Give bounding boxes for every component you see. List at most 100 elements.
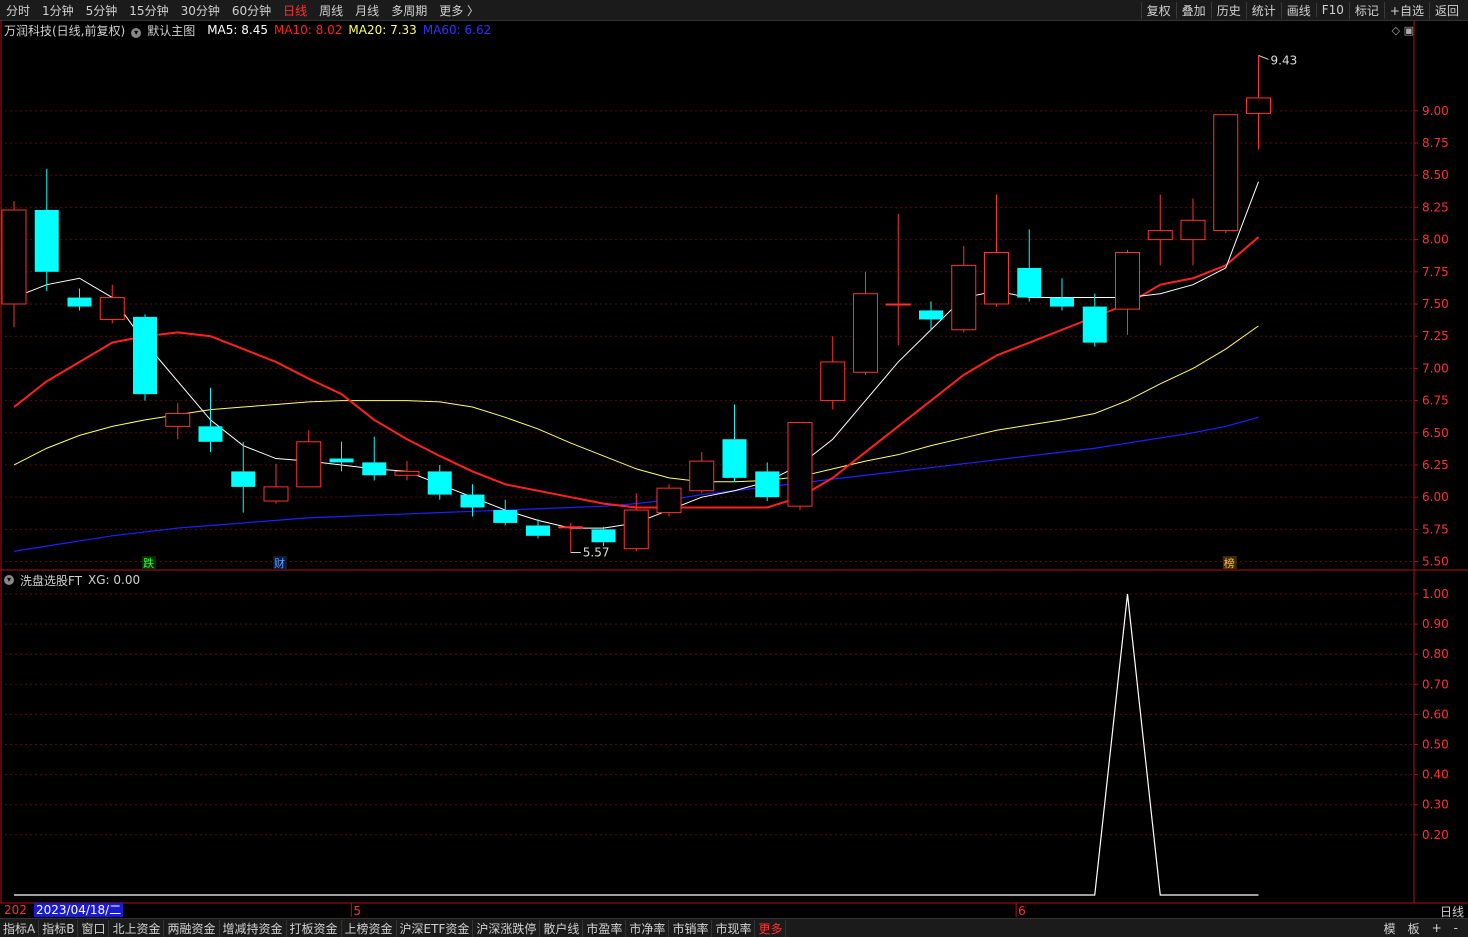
candle-body-1 <box>34 209 59 272</box>
candle-body-8 <box>263 486 289 502</box>
candle-body-31 <box>1017 267 1042 298</box>
candle-body-22 <box>722 439 747 478</box>
price-label-13: 5.75 <box>1422 522 1449 536</box>
indicator-tab-4[interactable]: 两融资金 <box>164 919 220 937</box>
candle-body-11 <box>362 462 387 476</box>
indicator-tab-6[interactable]: 打板资金 <box>287 919 342 937</box>
price-label-11: 6.25 <box>1422 458 1449 472</box>
candle-body-14 <box>460 494 485 508</box>
indicator-tab-12[interactable]: 市净率 <box>626 919 670 937</box>
price-label-4: 8.00 <box>1422 233 1449 247</box>
indicator-tab-9[interactable]: 沪深涨跌停 <box>473 919 541 937</box>
candle-body-5 <box>165 412 191 427</box>
bottom-toolbar: 指标A 指标B 窗口 北上资金 两融资金 增减持资金 打板资金 上榜资金 沪深ETF资金 沪深涨跌… <box>0 918 1468 937</box>
candle-body-15 <box>493 510 518 523</box>
indicator-tab-8[interactable]: 沪深ETF资金 <box>397 919 474 937</box>
candle-body-6 <box>198 426 223 442</box>
xg-value: XG: 0.00 <box>88 573 141 587</box>
low-label: 5.57 <box>583 546 610 560</box>
chevron-down-icon[interactable]: ▾ <box>4 575 14 585</box>
ma5-line <box>13 181 1259 529</box>
candle-body-21 <box>689 460 715 492</box>
price-label-12: 6.00 <box>1422 490 1449 504</box>
candle-body-29 <box>951 264 977 331</box>
marker-die: 跌 <box>143 556 154 570</box>
x-label-0: 5 <box>353 904 361 918</box>
ma10-line <box>13 236 1260 509</box>
price-label-0: 9.00 <box>1422 104 1449 118</box>
candle-body-7 <box>231 471 256 487</box>
high-label: 9.43 <box>1271 53 1298 67</box>
candle-body-19 <box>623 509 649 550</box>
high-pointer <box>1258 54 1269 60</box>
candle-body-36 <box>1180 219 1206 241</box>
candle-body-33 <box>1082 306 1107 343</box>
sub-label-5: 0.50 <box>1422 738 1449 752</box>
candle-body-24 <box>787 421 813 507</box>
candle-body-20 <box>656 487 682 514</box>
candle-body-35 <box>1147 230 1173 241</box>
indicator-tab-13[interactable]: 市销率 <box>669 919 713 937</box>
indicator-tab-5[interactable]: 增减持资金 <box>220 919 287 937</box>
sub-label-2: 0.80 <box>1422 647 1449 661</box>
cursor-date: 2023/04/18/二 <box>34 903 124 917</box>
sub-label-0: 1.00 <box>1422 587 1449 601</box>
sub-label-4: 0.60 <box>1422 707 1449 721</box>
candle-body-16 <box>526 525 550 536</box>
candle-body-10 <box>329 458 354 463</box>
price-label-8: 7.00 <box>1422 361 1449 375</box>
bottom-control-0[interactable]: 模 <box>1378 920 1402 937</box>
candle-body-18 <box>591 529 616 543</box>
sub-label-7: 0.30 <box>1422 798 1449 812</box>
candle-body-0 <box>1 209 27 305</box>
candle-body-32 <box>1050 297 1074 307</box>
candle-body-38 <box>1246 97 1271 114</box>
candle-body-27 <box>885 303 911 306</box>
candle-body-37 <box>1213 114 1239 232</box>
bottom-control-2[interactable]: + <box>1426 921 1448 935</box>
price-label-3: 8.25 <box>1422 200 1449 214</box>
kline-chart[interactable]: 9.00 8.75 8.50 8.25 8.00 7.75 7.50 7.25 7.00 6.75… <box>0 0 1468 936</box>
price-label-9: 6.75 <box>1422 394 1449 408</box>
bottom-right-controls: 模板 + - <box>1378 920 1464 937</box>
indicator-tab-7[interactable]: 上榜资金 <box>342 919 397 937</box>
sub-label-8: 0.20 <box>1422 828 1449 842</box>
ma20-line <box>13 325 1259 483</box>
candle-body-34 <box>1115 251 1140 310</box>
indicator-tab-1[interactable]: 指标B <box>39 919 79 937</box>
candle-body-3 <box>99 297 125 320</box>
candle-body-17 <box>558 526 584 529</box>
price-label-6: 7.50 <box>1422 297 1449 311</box>
date-prefix: 202 <box>4 903 27 917</box>
indicator-tab-15[interactable]: 更多 <box>755 919 787 937</box>
marker-cai: 财 <box>274 556 285 570</box>
indicator-tab-0[interactable]: 指标A <box>0 919 40 937</box>
indicator-tabs: 指标A 指标B 窗口 北上资金 两融资金 增减持资金 打板资金 上榜资金 沪深ETF资金 沪深涨跌… <box>0 919 787 937</box>
indicator-tab-14[interactable]: 市现率 <box>712 919 756 937</box>
price-label-1: 8.75 <box>1422 136 1449 150</box>
candle-body-4 <box>133 316 157 395</box>
indicator-tab-10[interactable]: 散户线 <box>540 919 584 937</box>
candle-body-26 <box>853 293 878 373</box>
candle-body-28 <box>919 310 943 320</box>
candle-body-2 <box>67 297 92 307</box>
candle-body-12 <box>394 470 420 476</box>
sub-label-6: 0.40 <box>1422 768 1449 782</box>
bottom-control-1[interactable]: 板 <box>1402 920 1426 937</box>
indicator-tab-3[interactable]: 北上资金 <box>109 919 165 937</box>
candle-body-23 <box>755 471 780 498</box>
sub-indicator-title: 洗盘选股FT <box>20 573 83 588</box>
marker-bang: 榜 <box>1224 556 1235 570</box>
indicator-tab-11[interactable]: 市盈率 <box>583 919 627 937</box>
bottom-control-3[interactable]: - <box>1448 921 1464 935</box>
price-label-5: 7.75 <box>1422 265 1449 279</box>
candle-body-13 <box>427 471 452 495</box>
candle-body-30 <box>984 251 1009 305</box>
price-label-14: 5.50 <box>1422 555 1449 569</box>
sub-info-bar: ▾ 洗盘选股FT XG: 0.00 <box>4 572 146 588</box>
sub-label-3: 0.70 <box>1422 677 1449 691</box>
candle-body-9 <box>296 441 322 488</box>
price-label-2: 8.50 <box>1422 168 1449 182</box>
indicator-tab-2[interactable]: 窗口 <box>78 919 110 937</box>
x-label-1: 6 <box>1018 904 1026 918</box>
